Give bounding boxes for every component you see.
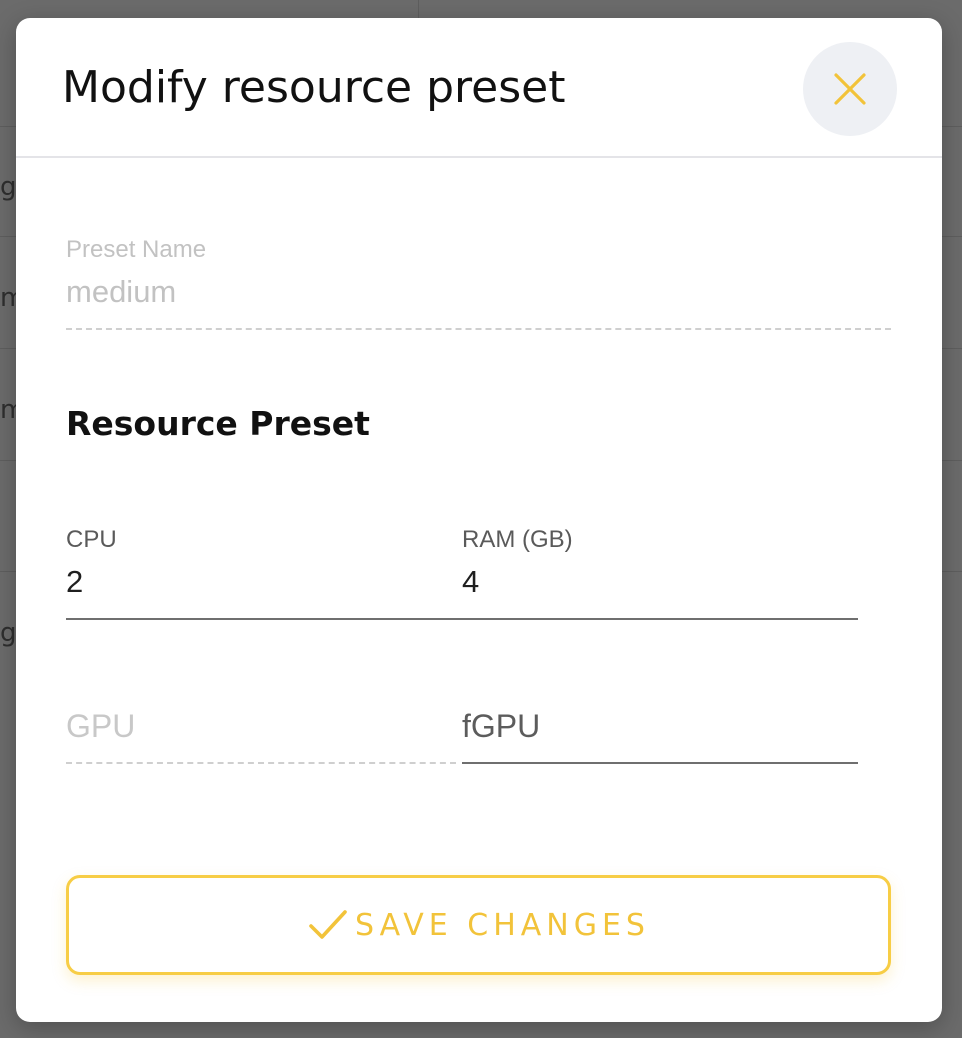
ram-field[interactable]: RAM (GB) 4: [462, 526, 858, 620]
cpu-field[interactable]: CPU 2: [66, 526, 462, 620]
gpu-field[interactable]: GPU: [66, 708, 456, 764]
dialog-title: Modify resource preset: [62, 62, 566, 113]
gpu-underline: [66, 762, 456, 764]
ram-value: 4: [462, 564, 480, 599]
gpu-placeholder: GPU: [66, 708, 136, 744]
close-button[interactable]: [803, 42, 897, 136]
ram-underline: [462, 618, 858, 620]
preset-name-value: medium: [66, 274, 177, 309]
cpu-value: 2: [66, 564, 84, 599]
fgpu-underline: [462, 762, 858, 764]
close-icon: [834, 73, 866, 105]
dialog-header: Modify resource preset: [16, 18, 942, 158]
save-changes-button[interactable]: SAVE CHANGES: [66, 875, 891, 975]
ram-label: RAM (GB): [462, 526, 573, 553]
cpu-label: CPU: [66, 526, 117, 553]
modify-resource-preset-dialog: Modify resource preset Preset Name mediu…: [16, 18, 942, 1022]
preset-name-underline: [66, 328, 891, 330]
fgpu-field[interactable]: fGPU: [462, 708, 858, 764]
cpu-underline: [66, 618, 462, 620]
check-icon: [309, 910, 347, 939]
resource-preset-heading: Resource Preset: [66, 404, 370, 443]
preset-name-label: Preset Name: [66, 236, 207, 263]
preset-name-field[interactable]: Preset Name medium: [66, 236, 891, 330]
save-changes-label: SAVE CHANGES: [355, 907, 650, 943]
fgpu-placeholder: fGPU: [462, 708, 541, 744]
background-divider: [418, 0, 419, 18]
